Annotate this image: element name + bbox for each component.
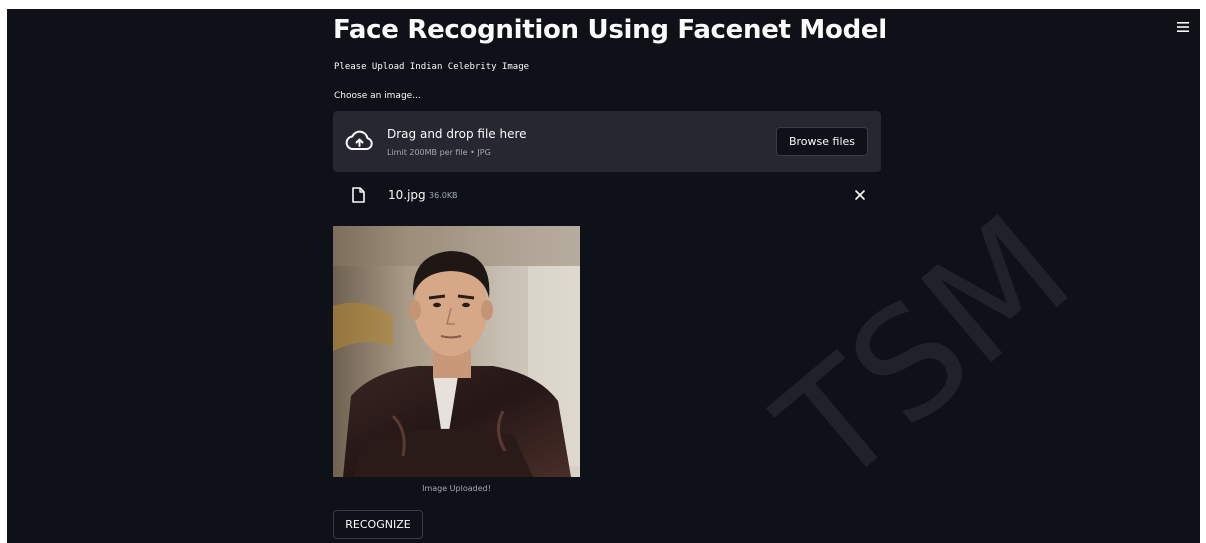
uploaded-file-item: 10.jpg 36.0KB: [333, 181, 881, 209]
file-uploader-label: Choose an image...: [334, 91, 421, 101]
dropzone-limit-text: Limit 200MB per file • JPG: [387, 148, 491, 157]
recognize-button[interactable]: RECOGNIZE: [333, 510, 423, 539]
dropzone-instructions: Drag and drop file here: [387, 127, 527, 141]
browse-files-button[interactable]: Browse files: [776, 127, 868, 156]
close-icon[interactable]: [852, 187, 868, 203]
file-dropzone[interactable]: Drag and drop file here Limit 200MB per …: [333, 111, 881, 172]
image-caption: Image Uploaded!: [422, 484, 491, 493]
app-container: TSM Face Recognition Using Facenet Model…: [7, 9, 1200, 543]
page-title: Face Recognition Using Facenet Model: [333, 15, 887, 45]
uploaded-file-size: 36.0KB: [429, 191, 458, 200]
file-icon: [352, 187, 365, 203]
watermark: TSM: [748, 182, 1103, 520]
hamburger-menu-icon[interactable]: [1173, 17, 1193, 37]
uploaded-image: [333, 226, 580, 477]
page-subtitle: Please Upload Indian Celebrity Image: [334, 62, 530, 72]
cloud-upload-icon: [345, 130, 373, 150]
uploaded-file-name: 10.jpg: [388, 188, 426, 202]
